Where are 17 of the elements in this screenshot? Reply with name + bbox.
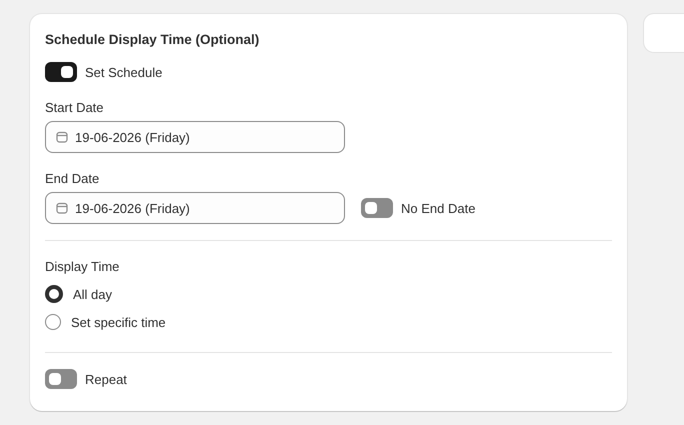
toggle-label: Repeat [85,372,127,386]
field-label: Display Time [45,259,120,274]
calendar-icon [56,131,68,143]
calendar-icon [56,202,68,214]
section-title: Schedule Display Time (Optional) [45,32,260,47]
date-field[interactable]: 19-06-2026 (Friday) [45,121,345,153]
radio-option[interactable]: All day [45,280,612,308]
toggle-switch[interactable] [45,62,77,82]
toggle-label: Set Schedule [85,64,162,80]
date-field[interactable]: 19-06-2026 (Friday) [45,192,345,224]
toggle-switch[interactable] [45,369,77,389]
field-label: Start Date [45,100,105,115]
side-card [644,14,684,52]
toggle-label: No End Date [401,200,476,216]
radio-option[interactable]: Set specific time [45,308,612,336]
toggle-switch[interactable] [361,198,393,218]
field-label: End Date [45,171,100,186]
